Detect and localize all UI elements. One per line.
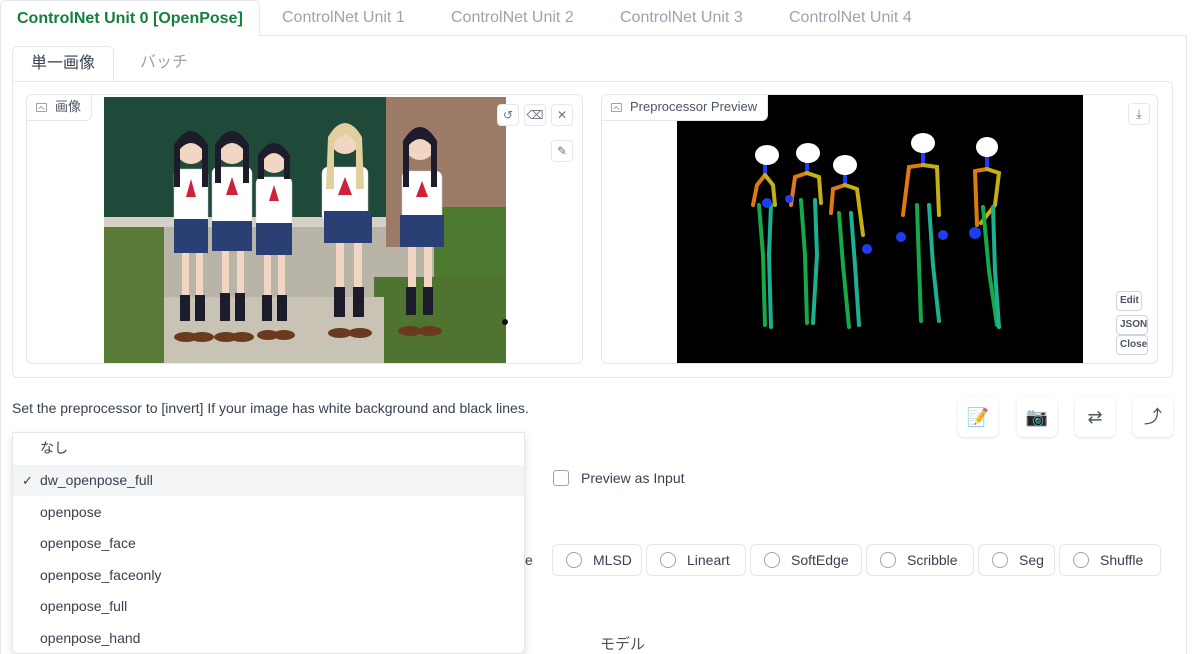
dropdown-option[interactable]: openpose_hand	[13, 623, 524, 654]
input-image-label: 画像	[27, 95, 93, 121]
radio-mlsd[interactable]: MLSD	[552, 544, 642, 576]
edit-button[interactable]: Edit	[1116, 291, 1142, 311]
preview-label: Preprocessor Preview	[602, 95, 769, 121]
radio-softedge[interactable]: SoftEdge	[750, 544, 862, 576]
invert-hint-text: Set the preprocessor to [invert] If your…	[12, 400, 529, 416]
preview-as-input-checkbox[interactable]	[553, 470, 569, 486]
radio-shuffle[interactable]: Shuffle	[1059, 544, 1161, 576]
preprocessor-preview-box: Preprocessor Preview ⤓ Edit JSON Close	[601, 94, 1158, 364]
tab-unit-3[interactable]: ControlNet Unit 3	[604, 0, 759, 37]
close-icon[interactable]: ✕	[551, 104, 573, 126]
dropdown-option-selected[interactable]: ✓ dw_openpose_full	[13, 465, 524, 496]
arrow-curve-icon[interactable]: ⤴	[1133, 397, 1173, 437]
tab-single-image[interactable]: 単一画像	[12, 46, 115, 82]
image-tab-panel: 画像 ↺ ⌫ ✕ ✎ Preprocessor Preview ⤓ Edit J…	[12, 81, 1173, 378]
image-icon	[36, 103, 47, 112]
radio-lineart[interactable]: Lineart	[646, 544, 746, 576]
tab-unit-2[interactable]: ControlNet Unit 2	[435, 0, 590, 37]
unit-tab-bar: ControlNet Unit 0 [OpenPose] ControlNet …	[0, 0, 1187, 37]
image-icon	[611, 103, 622, 112]
tab-unit-4[interactable]: ControlNet Unit 4	[773, 0, 928, 37]
uploaded-image	[104, 97, 506, 363]
tab-batch[interactable]: バッチ	[122, 46, 206, 82]
download-icon[interactable]: ⤓	[1128, 103, 1150, 125]
dropdown-option[interactable]: openpose_full	[13, 591, 524, 622]
controlnet-panel: ControlNet Unit 0 [OpenPose] ControlNet …	[0, 0, 1195, 654]
swap-icon[interactable]: ⇄	[1075, 397, 1115, 437]
json-button[interactable]: JSON	[1116, 315, 1148, 335]
radio-seg[interactable]: Seg	[978, 544, 1055, 576]
brush-icon[interactable]: ✎	[551, 140, 573, 162]
model-label: モデル	[600, 636, 646, 653]
undo-icon[interactable]: ↺	[497, 104, 519, 126]
close-preview-button[interactable]: Close	[1116, 335, 1148, 355]
memo-icon[interactable]: 📝	[958, 397, 998, 437]
check-icon: ✓	[22, 473, 33, 488]
preview-as-input-label: Preview as Input	[581, 470, 685, 486]
dropdown-option[interactable]: openpose_faceonly	[13, 560, 524, 591]
tab-unit-0[interactable]: ControlNet Unit 0 [OpenPose]	[0, 0, 260, 37]
eraser-icon[interactable]: ⌫	[524, 104, 546, 126]
camera-icon[interactable]: 📷	[1017, 397, 1057, 437]
preprocessor-dropdown-list[interactable]: なし ✓ dw_openpose_full openpose openpose_f…	[12, 432, 525, 654]
dropdown-option[interactable]: なし	[13, 433, 524, 464]
pose-preview-image	[677, 95, 1083, 363]
dropdown-option[interactable]: openpose_face	[13, 528, 524, 559]
radio-scribble[interactable]: Scribble	[866, 544, 974, 576]
tab-unit-1[interactable]: ControlNet Unit 1	[266, 0, 421, 37]
cursor-dot	[502, 319, 508, 325]
input-image-box[interactable]: 画像 ↺ ⌫ ✕ ✎	[26, 94, 583, 364]
dropdown-option[interactable]: openpose	[13, 497, 524, 528]
